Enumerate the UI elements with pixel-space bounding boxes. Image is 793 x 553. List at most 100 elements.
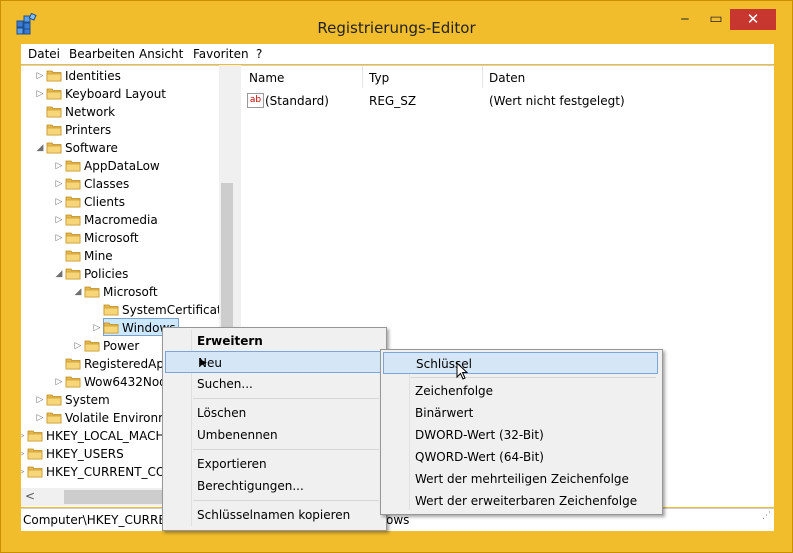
close-button[interactable]: ✕ bbox=[730, 9, 776, 30]
title-bar[interactable]: Registrierungs-Editor ‒ ▭ ✕ bbox=[1, 1, 792, 41]
menu-item-exportieren[interactable]: Exportieren bbox=[163, 453, 384, 475]
expand-arrow-icon[interactable]: ▷ bbox=[21, 445, 26, 463]
column-divider[interactable] bbox=[482, 66, 483, 88]
tree-item-label: Microsoft bbox=[84, 231, 139, 245]
tree-horizontal-scroll-thumb[interactable] bbox=[64, 490, 174, 504]
submenu-item-schluessel[interactable]: Schlüssel bbox=[383, 352, 658, 374]
folder-icon bbox=[27, 466, 43, 478]
submenu-arrow-icon: ▶ bbox=[200, 358, 207, 368]
submenu-item-expandable-string[interactable]: Wert der erweiterbaren Zeichenfolge bbox=[381, 490, 660, 512]
tree-item[interactable]: ▷ AppDataLow bbox=[54, 157, 235, 175]
menu-item-suchen[interactable]: Suchen... bbox=[163, 373, 384, 395]
expand-arrow-icon[interactable]: ▷ bbox=[35, 67, 45, 85]
menu-help[interactable]: ? bbox=[256, 47, 262, 61]
maximize-button[interactable]: ▭ bbox=[701, 9, 731, 30]
folder-icon bbox=[84, 340, 100, 352]
expand-arrow-icon[interactable]: ▷ bbox=[54, 211, 64, 229]
menu-ansicht[interactable]: Ansicht bbox=[139, 47, 183, 61]
submenu-item-dword[interactable]: DWORD-Wert (32-Bit) bbox=[381, 424, 660, 446]
submenu-item-multi-string[interactable]: Wert der mehrteiligen Zeichenfolge bbox=[381, 468, 660, 490]
tree-item[interactable]: ▷ Macromedia bbox=[54, 211, 235, 229]
tree-item-label: Volatile Environm bbox=[65, 411, 170, 425]
expand-arrow-icon[interactable]: ▷ bbox=[21, 427, 26, 445]
tree-item-label: Wow6432Nod bbox=[84, 375, 167, 389]
folder-icon bbox=[65, 268, 81, 280]
folder-icon bbox=[46, 70, 62, 82]
tree-item[interactable]: ◢ Policies bbox=[54, 265, 235, 283]
expand-arrow-icon[interactable]: ◢ bbox=[35, 139, 45, 157]
expand-arrow-icon[interactable]: ▷ bbox=[35, 391, 45, 409]
expand-arrow-icon[interactable]: ▷ bbox=[54, 229, 64, 247]
menu-favoriten[interactable]: Favoriten bbox=[193, 47, 249, 61]
menu-bar: Datei Bearbeiten Ansicht Favoriten ? bbox=[21, 44, 774, 64]
menu-item-berechtigungen[interactable]: Berechtigungen... bbox=[163, 475, 384, 497]
folder-icon bbox=[65, 232, 81, 244]
submenu-item-qword[interactable]: QWORD-Wert (64-Bit) bbox=[381, 446, 660, 468]
folder-icon bbox=[65, 376, 81, 388]
minimize-button[interactable]: ‒ bbox=[670, 9, 700, 30]
column-header-type[interactable]: Typ bbox=[369, 71, 389, 85]
scroll-left-arrow-icon[interactable]: < bbox=[25, 489, 35, 503]
folder-icon bbox=[84, 286, 100, 298]
folder-icon bbox=[65, 250, 81, 262]
expand-arrow-icon[interactable]: ▷ bbox=[35, 409, 45, 427]
folder-icon bbox=[27, 430, 43, 442]
menu-item-neu[interactable]: Neu ▶ bbox=[165, 351, 382, 373]
tree-item[interactable]: SystemCertificate bbox=[92, 301, 235, 319]
tree-item-label: Policies bbox=[84, 267, 129, 281]
folder-icon bbox=[27, 448, 43, 460]
tree-item[interactable]: ▷ Identities bbox=[35, 67, 235, 85]
folder-icon bbox=[65, 196, 81, 208]
expand-arrow-icon[interactable]: ▷ bbox=[21, 463, 26, 481]
menu-item-loeschen[interactable]: Löschen bbox=[163, 402, 384, 424]
column-divider[interactable] bbox=[362, 66, 363, 88]
folder-icon bbox=[103, 322, 119, 334]
tree-item-label: Keyboard Layout bbox=[65, 87, 167, 101]
value-name[interactable]: (Standard) bbox=[265, 94, 329, 108]
expand-arrow-icon[interactable]: ◢ bbox=[73, 283, 83, 301]
tree-item[interactable]: ▷ Clients bbox=[54, 193, 235, 211]
tree-item[interactable]: ▷ Microsoft bbox=[54, 229, 235, 247]
folder-icon bbox=[65, 178, 81, 190]
new-submenu: Schlüssel Zeichenfolge Binärwert DWORD-W… bbox=[380, 349, 663, 515]
tree-item-label: Clients bbox=[84, 195, 125, 209]
expand-arrow-icon[interactable]: ▷ bbox=[73, 337, 83, 355]
folder-icon bbox=[46, 106, 62, 118]
expand-arrow-icon[interactable]: ▷ bbox=[54, 157, 64, 175]
tree-item-label: Mine bbox=[84, 249, 113, 263]
tree-item[interactable]: ◢ Microsoft bbox=[73, 283, 235, 301]
tree-item-label: Classes bbox=[84, 177, 130, 191]
menu-item-umbenennen[interactable]: Umbenennen bbox=[163, 424, 384, 446]
column-header-data[interactable]: Daten bbox=[489, 71, 525, 85]
menu-item-schluesselnamen-kopieren[interactable]: Schlüsselnamen kopieren bbox=[163, 504, 384, 526]
tree-item[interactable]: Network bbox=[35, 103, 235, 121]
tree-item[interactable]: ◢ Software bbox=[35, 139, 235, 157]
column-header-name[interactable]: Name bbox=[249, 71, 284, 85]
tree-item-label: RegisteredApp bbox=[84, 357, 172, 371]
folder-icon bbox=[65, 358, 81, 370]
menu-item-erweitern[interactable]: Erweitern bbox=[163, 330, 384, 352]
value-type: REG_SZ bbox=[369, 94, 417, 108]
submenu-item-zeichenfolge[interactable]: Zeichenfolge bbox=[381, 380, 660, 402]
menu-datei[interactable]: Datei bbox=[28, 47, 60, 61]
resize-grip-icon[interactable]: ⋰ bbox=[762, 511, 771, 521]
expand-arrow-icon[interactable]: ▷ bbox=[54, 193, 64, 211]
value-data: (Wert nicht festgelegt) bbox=[489, 94, 625, 108]
menu-bearbeiten[interactable]: Bearbeiten bbox=[69, 47, 135, 61]
menu-separator bbox=[193, 398, 379, 399]
tree-item[interactable]: Mine bbox=[54, 247, 235, 265]
expand-arrow-icon[interactable]: ◢ bbox=[54, 265, 64, 283]
expand-arrow-icon[interactable]: ▷ bbox=[35, 85, 45, 103]
tree-item-label: Printers bbox=[65, 123, 112, 137]
tree-item[interactable]: Printers bbox=[35, 121, 235, 139]
menu-separator bbox=[193, 500, 379, 501]
string-value-icon: ab bbox=[247, 93, 264, 108]
folder-icon bbox=[46, 88, 62, 100]
tree-item[interactable]: ▷ Keyboard Layout bbox=[35, 85, 235, 103]
expand-arrow-icon[interactable]: ▷ bbox=[54, 175, 64, 193]
expand-arrow-icon[interactable]: ▷ bbox=[92, 319, 102, 337]
tree-item[interactable]: ▷ Classes bbox=[54, 175, 235, 193]
expand-arrow-icon[interactable]: ▷ bbox=[54, 373, 64, 391]
folder-icon bbox=[65, 214, 81, 226]
submenu-item-binaerwert[interactable]: Binärwert bbox=[381, 402, 660, 424]
